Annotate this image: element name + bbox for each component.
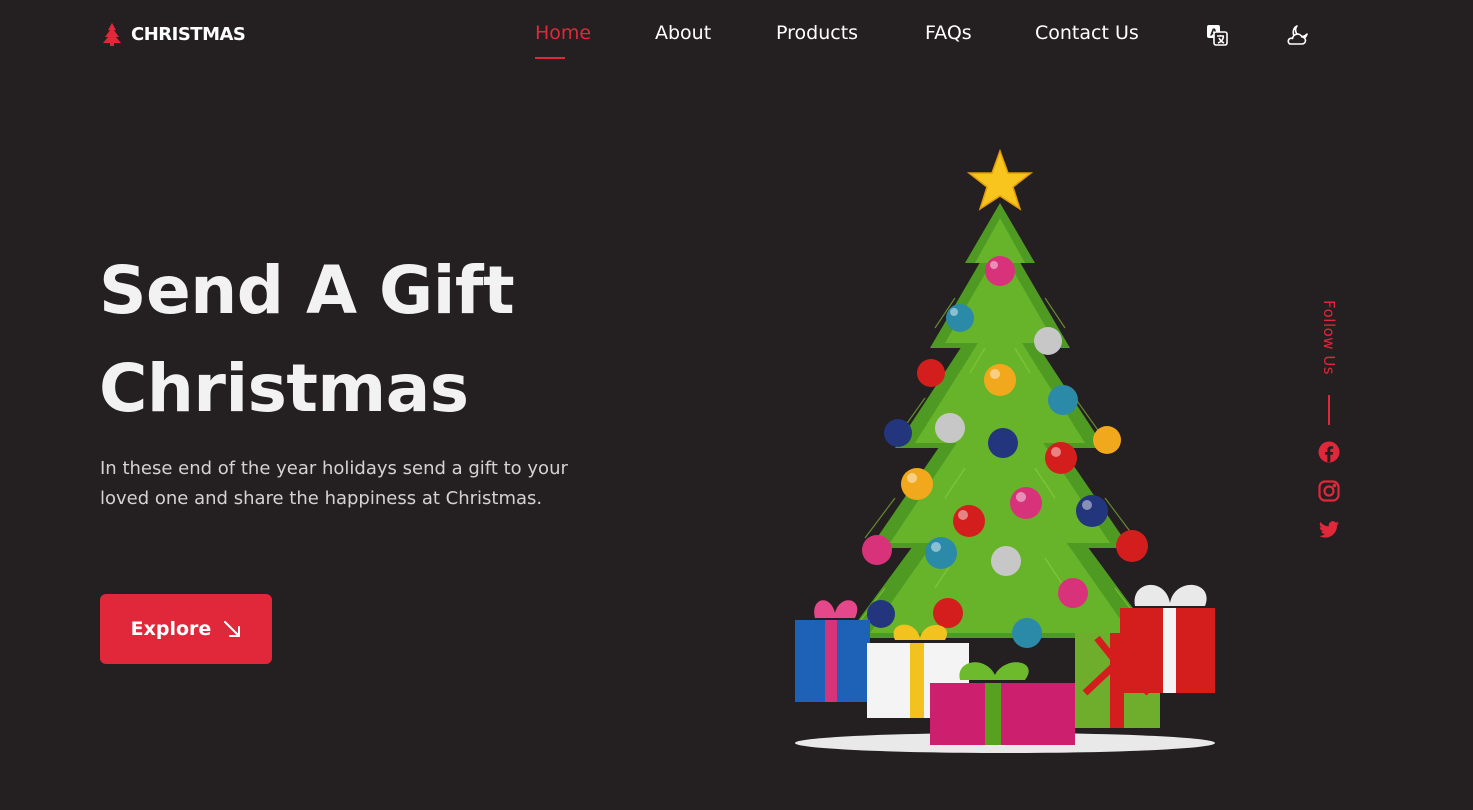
theme-moon-cloud-icon[interactable] xyxy=(1285,23,1309,47)
arrow-down-right-icon xyxy=(224,621,241,637)
translate-icon[interactable]: A xyxy=(1205,23,1229,47)
header: CHRISTMAS Home About Products FAQs Conta… xyxy=(0,0,1473,70)
logo-text: CHRISTMAS xyxy=(131,23,246,45)
nav-active-indicator xyxy=(535,57,565,59)
hero-title-line2: Christmas xyxy=(99,350,469,427)
logo[interactable]: CHRISTMAS xyxy=(101,22,246,46)
nav-contact-us[interactable]: Contact Us xyxy=(1035,22,1139,44)
nav-about[interactable]: About xyxy=(655,22,711,44)
explore-button[interactable]: Explore xyxy=(100,594,272,664)
hero-title: Send A Gift Christmas xyxy=(99,242,619,438)
explore-button-label: Explore xyxy=(130,618,212,640)
follow-us-label: Follow Us xyxy=(1320,300,1338,376)
nav-home[interactable]: Home xyxy=(535,22,591,44)
twitter-icon[interactable] xyxy=(1318,519,1340,541)
nav-faqs[interactable]: FAQs xyxy=(925,22,972,44)
follow-us-sidebar: Follow Us xyxy=(1318,300,1340,558)
instagram-icon[interactable] xyxy=(1318,480,1340,502)
christmas-tree-logo-icon xyxy=(103,23,121,46)
hero-description: In these end of the year holidays send a… xyxy=(100,458,568,509)
follow-divider xyxy=(1328,395,1330,426)
facebook-icon[interactable] xyxy=(1318,441,1340,463)
christmas-tree-illustration xyxy=(785,148,1230,758)
nav-products[interactable]: Products xyxy=(776,22,858,44)
hero-title-line1: Send A Gift xyxy=(99,252,515,329)
